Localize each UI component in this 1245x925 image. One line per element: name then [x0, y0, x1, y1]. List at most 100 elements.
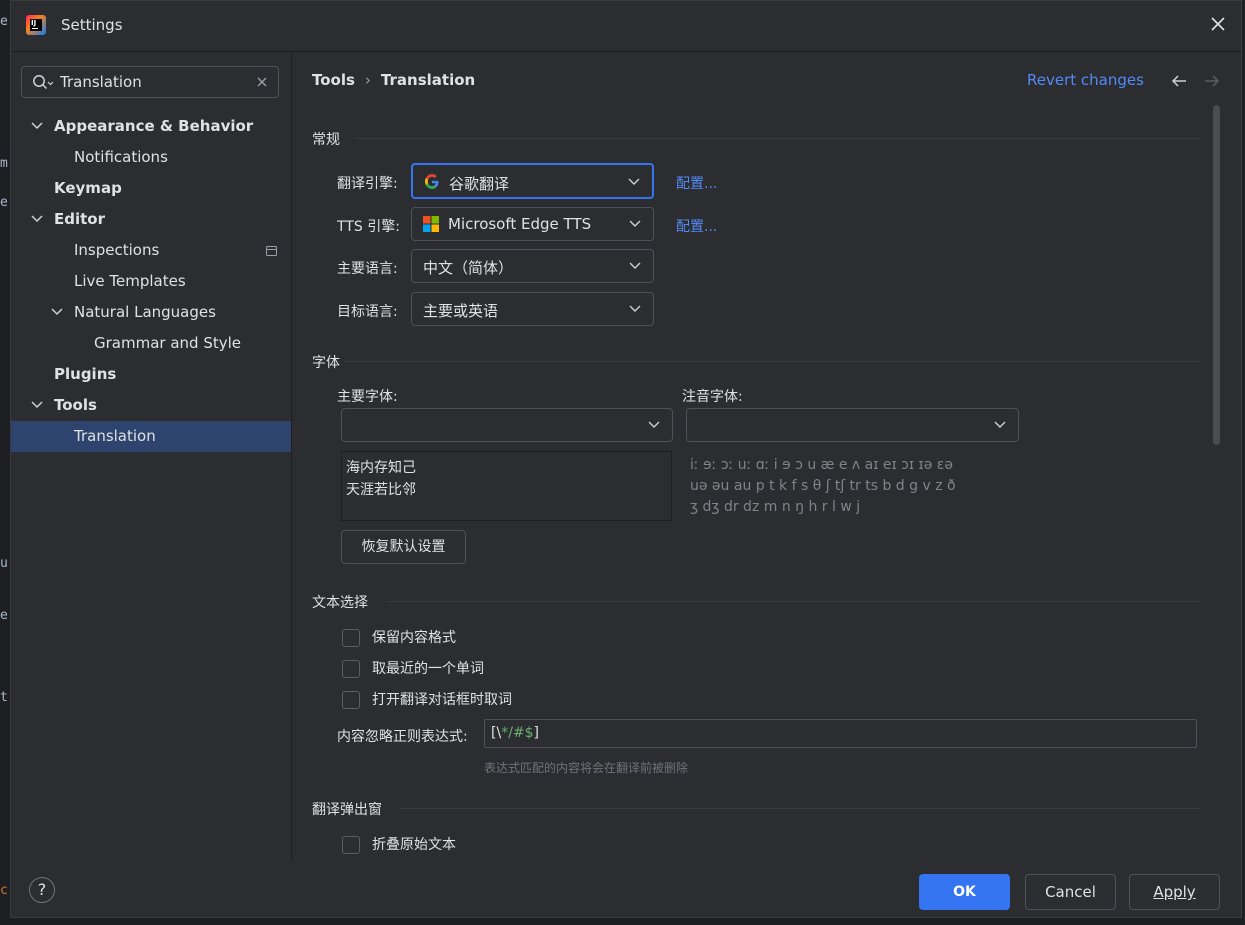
- settings-search[interactable]: [21, 66, 279, 98]
- section-selection-title: 文本选择: [312, 595, 368, 611]
- primary-language-value: 中文（简体）: [423, 259, 514, 277]
- sidebar-item-keymap[interactable]: Keymap: [11, 173, 291, 204]
- section-general-title: 常规: [312, 132, 340, 148]
- preview-line: 天涯若比邻: [346, 482, 416, 498]
- breadcrumb-separator: ›: [364, 71, 371, 89]
- phonetic-line: iː ɘː ɔː uː ɑː i ɘ ɔ u æ e ʌ aɪ eɪ ɔɪ ɪə…: [690, 457, 953, 473]
- clear-search-icon[interactable]: [256, 76, 268, 88]
- window-title: Settings: [61, 16, 123, 34]
- target-language-select[interactable]: 主要或英语: [411, 292, 654, 326]
- sidebar-item-label: Editor: [54, 210, 105, 228]
- chevron-down-icon: [629, 262, 641, 269]
- chevron-down-icon: [994, 421, 1006, 428]
- tts-value: Microsoft Edge TTS: [448, 215, 592, 233]
- intellij-logo-icon: IJ: [26, 15, 46, 35]
- primary-font-label: 主要字体:: [337, 389, 398, 405]
- engine-value: 谷歌翻译: [449, 175, 510, 193]
- phonetic-line: ʒ dʒ dr dz m n ŋ h r l w j: [690, 499, 861, 515]
- sidebar-item-label: Notifications: [74, 148, 168, 166]
- tts-label: TTS 引擎:: [337, 219, 400, 235]
- section-popup-title: 翻译弹出窗: [312, 802, 382, 818]
- phonetic-line: uə əu au p t k f s θ ʃ tʃ tr ts b d g v …: [690, 478, 956, 494]
- close-icon[interactable]: [1209, 15, 1227, 33]
- sidebar-item-label: Keymap: [54, 179, 122, 197]
- sidebar-item-live-templates[interactable]: Live Templates: [11, 266, 291, 297]
- section-fonts-title: 字体: [312, 355, 340, 371]
- engine-label: 翻译引擎:: [337, 176, 398, 192]
- phonetic-preview: iː ɘː ɔː uː ɑː i ɘ ɔ u æ e ʌ aɪ eɪ ɔɪ ɪə…: [690, 455, 990, 518]
- sidebar-item-inspections[interactable]: Inspections: [11, 235, 291, 266]
- sidebar-item-editor[interactable]: Editor: [11, 204, 291, 235]
- sidebar-item-plugins[interactable]: Plugins: [11, 359, 291, 390]
- primary-font-select[interactable]: [341, 408, 673, 442]
- search-input[interactable]: [60, 71, 240, 93]
- settings-sidebar: Appearance & Behavior Notifications Keym…: [11, 52, 292, 861]
- checkbox-label: 打开翻译对话框时取词: [372, 692, 512, 708]
- revert-changes-link[interactable]: Revert changes: [1027, 71, 1144, 89]
- tts-configure-link[interactable]: 配置...: [676, 216, 717, 236]
- sidebar-item-label: Tools: [54, 396, 97, 414]
- sidebar-item-grammar-and-style[interactable]: Grammar and Style: [11, 328, 291, 359]
- checkbox-label: 折叠原始文本: [372, 837, 456, 853]
- section-divider: [344, 361, 1200, 362]
- sidebar-item-natural-languages[interactable]: Natural Languages: [11, 297, 291, 328]
- breadcrumb-current: Translation: [380, 71, 476, 89]
- checkbox[interactable]: [342, 691, 360, 709]
- checkbox-label: 保留内容格式: [372, 630, 456, 646]
- primary-language-label: 主要语言:: [337, 261, 398, 277]
- sidebar-item-label: Translation: [74, 427, 156, 445]
- arrow-left-icon[interactable]: [1171, 74, 1187, 88]
- checkbox[interactable]: [342, 629, 360, 647]
- sidebar-item-translation[interactable]: Translation: [11, 421, 291, 452]
- regex-part: [\: [491, 725, 502, 741]
- checkbox[interactable]: [342, 836, 360, 854]
- settings-dialog: IJ Settings Appearance & Behavior No: [10, 0, 1242, 918]
- arrow-right-icon[interactable]: [1204, 74, 1220, 88]
- sidebar-item-label: Appearance & Behavior: [54, 117, 254, 135]
- apply-button[interactable]: Apply: [1129, 874, 1220, 910]
- checkbox[interactable]: [342, 660, 360, 678]
- target-language-value: 主要或英语: [423, 302, 499, 320]
- ignore-regex-label: 内容忽略正则表达式:: [337, 729, 468, 745]
- chevron-down-icon[interactable]: [31, 400, 43, 410]
- regex-part: ]: [533, 725, 540, 741]
- chevron-down-icon: [629, 220, 641, 227]
- title-bar: IJ Settings: [11, 1, 1241, 52]
- engine-configure-link[interactable]: 配置...: [676, 173, 717, 193]
- font-preview-box: 海内存知己 天涯若比邻: [341, 451, 672, 521]
- ignore-regex-input[interactable]: [\*/#$]: [484, 719, 1197, 748]
- chevron-down-icon[interactable]: [31, 121, 43, 131]
- sidebar-item-label: Inspections: [74, 241, 160, 259]
- section-divider: [400, 808, 1200, 809]
- primary-language-select[interactable]: 中文（简体）: [411, 249, 654, 283]
- help-button[interactable]: ?: [29, 877, 55, 903]
- reset-fonts-button[interactable]: 恢复默认设置: [341, 530, 466, 564]
- sidebar-item-appearance-behavior[interactable]: Appearance & Behavior: [11, 111, 291, 142]
- sidebar-item-tools[interactable]: Tools: [11, 390, 291, 421]
- microsoft-icon: [423, 216, 439, 232]
- phonetic-font-label: 注音字体:: [682, 389, 743, 405]
- search-icon: [33, 75, 54, 90]
- chevron-down-icon[interactable]: [31, 214, 43, 224]
- translation-engine-select[interactable]: 谷歌翻译: [411, 163, 654, 199]
- breadcrumb: Tools › Translation: [312, 71, 475, 89]
- target-language-label: 目标语言:: [337, 304, 398, 320]
- tts-engine-select[interactable]: Microsoft Edge TTS: [411, 207, 654, 241]
- sidebar-item-label: Live Templates: [74, 272, 186, 290]
- sidebar-item-notifications[interactable]: Notifications: [11, 142, 291, 173]
- section-divider: [386, 601, 1200, 602]
- sidebar-item-label: Plugins: [54, 365, 117, 383]
- project-settings-icon: [266, 246, 277, 256]
- settings-tree: Appearance & Behavior Notifications Keym…: [11, 111, 291, 452]
- breadcrumb-parent[interactable]: Tools: [312, 71, 355, 89]
- ignore-regex-hint: 表达式匹配的内容将会在翻译前被删除: [484, 761, 689, 775]
- cancel-button[interactable]: Cancel: [1025, 874, 1116, 910]
- ok-button[interactable]: OK: [919, 874, 1010, 910]
- phonetic-font-select[interactable]: [686, 408, 1019, 442]
- chevron-down-icon: [648, 421, 660, 428]
- chevron-down-icon[interactable]: [51, 307, 63, 317]
- checkbox-label: 取最近的一个单词: [372, 661, 484, 677]
- content-scrollbar[interactable]: [1213, 105, 1220, 445]
- google-icon: [425, 174, 439, 189]
- chevron-down-icon: [628, 178, 640, 185]
